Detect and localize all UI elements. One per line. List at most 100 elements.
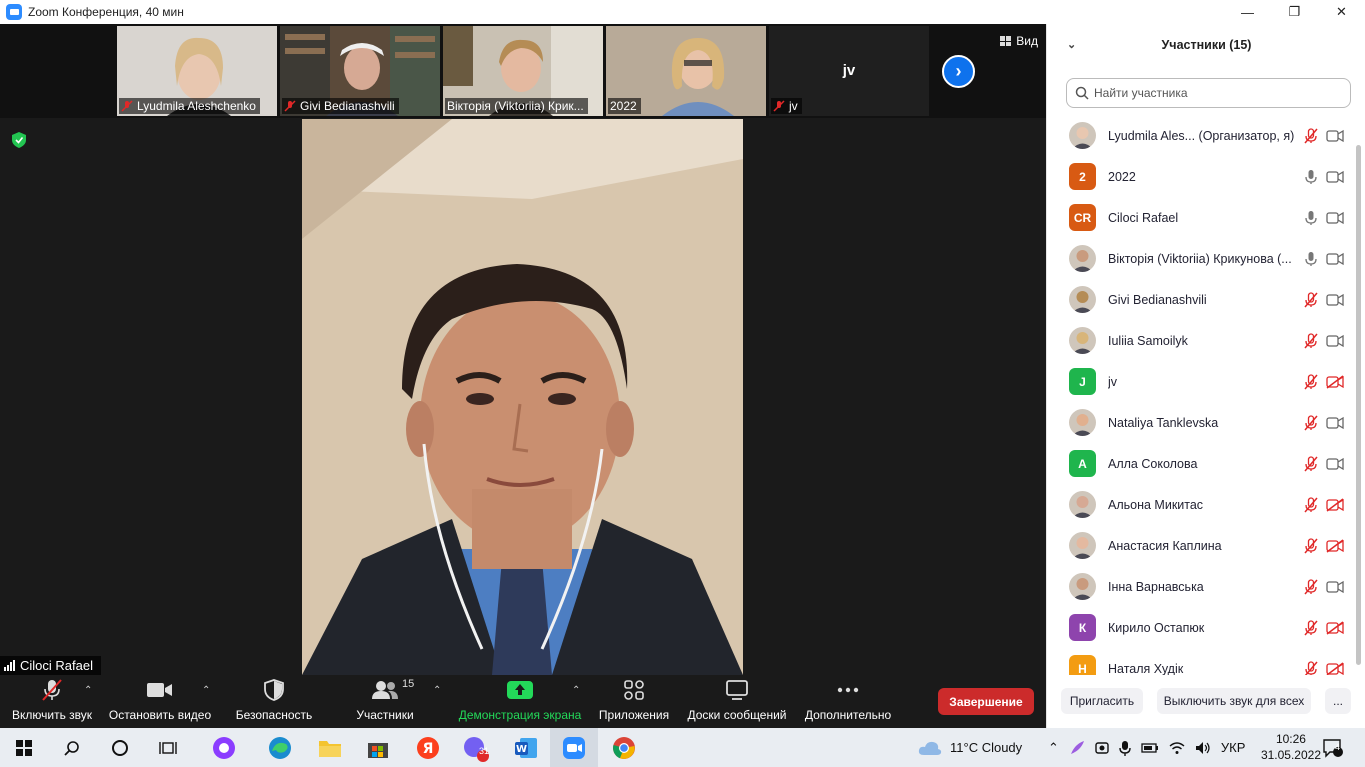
- panel-more-button[interactable]: ...: [1325, 688, 1351, 714]
- video-thumbnail[interactable]: Lyudmila Aleshchenko: [117, 26, 277, 116]
- collapse-chevron-icon[interactable]: ⌄: [1067, 38, 1076, 51]
- notification-icon: [1323, 738, 1343, 758]
- camera-off-icon[interactable]: [1326, 661, 1344, 676]
- participant-name: Наталя Худік: [1108, 661, 1184, 676]
- encryption-shield-icon[interactable]: [12, 132, 26, 148]
- unmute-button[interactable]: Включить звук: [4, 675, 100, 728]
- camera-on-icon[interactable]: [1326, 580, 1344, 594]
- camera-on-icon[interactable]: [1326, 252, 1344, 266]
- mic-muted-icon[interactable]: [1304, 660, 1318, 676]
- participant-row[interactable]: Анастасия Каплина: [1047, 525, 1355, 566]
- participant-row[interactable]: Jjv: [1047, 361, 1355, 402]
- minimize-button[interactable]: —: [1224, 0, 1271, 24]
- stop-video-button[interactable]: Остановить видео: [104, 675, 216, 728]
- restore-button[interactable]: ❐: [1271, 0, 1318, 24]
- camera-on-icon[interactable]: [1326, 129, 1344, 143]
- mic-muted-icon[interactable]: [1304, 619, 1318, 636]
- whiteboards-button[interactable]: Доски сообщений: [682, 675, 792, 728]
- mic-muted-icon[interactable]: [1304, 373, 1318, 390]
- camera-on-icon[interactable]: [1326, 334, 1344, 348]
- wifi-icon[interactable]: [1169, 741, 1185, 755]
- share-screen-button[interactable]: Демонстрация экрана: [456, 675, 584, 728]
- invite-button[interactable]: Пригласить: [1061, 688, 1143, 714]
- cortana-button[interactable]: [96, 728, 144, 767]
- edge-button[interactable]: [256, 728, 304, 767]
- participant-row[interactable]: Вікторія (Viktoriia) Крикунова (...: [1047, 238, 1355, 279]
- end-meeting-button[interactable]: Завершение: [938, 688, 1034, 715]
- participant-row[interactable]: Альона Микитас: [1047, 484, 1355, 525]
- mic-muted-icon[interactable]: [1304, 455, 1318, 472]
- mic-on-icon[interactable]: [1304, 169, 1318, 185]
- mic-muted-icon[interactable]: [1304, 414, 1318, 431]
- video-thumbnail[interactable]: jv jv: [769, 26, 929, 116]
- word-button[interactable]: W: [502, 728, 550, 767]
- chrome-button[interactable]: [600, 728, 648, 767]
- mic-on-icon[interactable]: [1304, 251, 1318, 267]
- participant-row[interactable]: Nataliya Tanklevska: [1047, 402, 1355, 443]
- battery-icon[interactable]: [1141, 742, 1159, 754]
- participant-row[interactable]: Н Наталя Худік: [1047, 648, 1355, 675]
- participant-row[interactable]: Lyudmila Ales... (Организатор, я): [1047, 115, 1355, 156]
- camera-on-icon[interactable]: [1326, 457, 1344, 471]
- participants-scrollbar[interactable]: [1355, 115, 1362, 675]
- apps-button[interactable]: Приложения: [592, 675, 676, 728]
- security-button[interactable]: Безопасность: [226, 675, 322, 728]
- taskbar-clock[interactable]: 10:26 31.05.2022: [1261, 731, 1321, 763]
- camera-off-icon[interactable]: [1326, 374, 1344, 389]
- store-button[interactable]: [354, 728, 402, 767]
- microphone-tray-icon[interactable]: [1119, 740, 1131, 756]
- alice-app-button[interactable]: [200, 728, 248, 767]
- file-explorer-button[interactable]: [306, 728, 354, 767]
- camera-on-icon[interactable]: [1326, 293, 1344, 307]
- start-button[interactable]: [0, 728, 48, 767]
- weather-widget[interactable]: 11°C Cloudy: [918, 728, 1022, 767]
- participant-row[interactable]: Інна Варнавська: [1047, 566, 1355, 607]
- tray-expand-chevron-icon[interactable]: ⌃: [1048, 740, 1059, 756]
- participant-search[interactable]: [1066, 78, 1351, 108]
- camera-off-icon[interactable]: [1326, 497, 1344, 512]
- camera-off-icon[interactable]: [1326, 538, 1344, 553]
- mic-muted-icon[interactable]: [1304, 332, 1318, 349]
- mic-muted-icon[interactable]: [1304, 291, 1318, 308]
- view-button[interactable]: Вид: [1000, 34, 1038, 48]
- feather-pen-icon[interactable]: [1069, 740, 1085, 756]
- yandex-browser-button[interactable]: Я: [404, 728, 452, 767]
- search-taskbar-button[interactable]: [48, 728, 96, 767]
- participant-row[interactable]: Givi Bedianashvili: [1047, 279, 1355, 320]
- more-button[interactable]: Дополнительно: [800, 675, 896, 728]
- video-options-chevron-icon[interactable]: ⌃: [202, 685, 210, 696]
- language-indicator[interactable]: УКР: [1221, 740, 1246, 755]
- mic-muted-icon[interactable]: [1304, 578, 1318, 595]
- share-options-chevron-icon[interactable]: ⌃: [572, 685, 580, 696]
- mic-on-icon[interactable]: [1304, 210, 1318, 226]
- audio-options-chevron-icon[interactable]: ⌃: [84, 685, 92, 696]
- camera-on-icon[interactable]: [1326, 211, 1344, 225]
- mute-all-button[interactable]: Выключить звук для всех: [1157, 688, 1311, 714]
- mic-muted-icon[interactable]: [1304, 537, 1318, 554]
- participants-options-chevron-icon[interactable]: ⌃: [433, 685, 441, 696]
- mic-muted-icon[interactable]: [1304, 496, 1318, 513]
- video-thumbnail[interactable]: 2022: [606, 26, 766, 116]
- zoom-taskbar-button[interactable]: [550, 728, 598, 767]
- camera-tray-icon[interactable]: [1095, 740, 1109, 756]
- close-button[interactable]: ✕: [1318, 0, 1365, 24]
- video-thumbnail[interactable]: Вікторія (Viktoriia) Крик...: [443, 26, 603, 116]
- next-page-button[interactable]: ›: [942, 55, 975, 88]
- volume-icon[interactable]: [1195, 741, 1211, 755]
- camera-on-icon[interactable]: [1326, 416, 1344, 430]
- participant-row[interactable]: 2 2022: [1047, 156, 1355, 197]
- mic-muted-icon[interactable]: [1304, 127, 1318, 144]
- camera-off-icon[interactable]: [1326, 620, 1344, 635]
- participant-row[interactable]: CR Ciloci Rafael: [1047, 197, 1355, 238]
- viber-button[interactable]: 31: [452, 728, 500, 767]
- participant-row[interactable]: Iuliia Samoilyk: [1047, 320, 1355, 361]
- video-thumbnail[interactable]: Givi Bedianashvili: [280, 26, 440, 116]
- camera-on-icon[interactable]: [1326, 170, 1344, 184]
- search-input[interactable]: [1094, 86, 1334, 100]
- notification-center-button[interactable]: 4: [1322, 728, 1344, 767]
- participant-row[interactable]: А Алла Соколова: [1047, 443, 1355, 484]
- task-view-button[interactable]: [144, 728, 192, 767]
- signal-strength-icon: [4, 660, 15, 671]
- participant-row[interactable]: К Кирило Остапюк: [1047, 607, 1355, 648]
- participants-button[interactable]: 15 Участники: [340, 675, 430, 728]
